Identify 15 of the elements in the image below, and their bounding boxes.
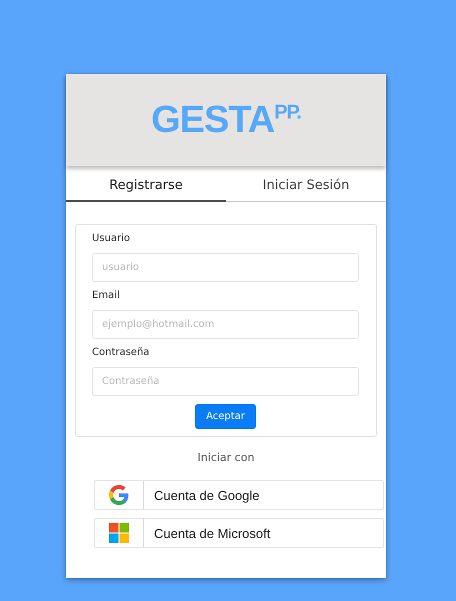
field-label: Email: [92, 290, 121, 301]
tab[interactable]: Iniciar Sesión: [226, 172, 386, 202]
four-squares-icon: [109, 523, 129, 543]
logo: GESTA$^{PP.}$: [151, 98, 301, 142]
provider-button[interactable]: Cuenta de Google: [94, 480, 384, 510]
tab[interactable]: Registrarse: [66, 172, 226, 202]
login-with-label: Iniciar con: [198, 451, 254, 464]
provider-button[interactable]: Cuenta de Microsoft: [94, 518, 384, 548]
input-field[interactable]: ejemplo@hotmail.com: [92, 310, 359, 339]
g-letter-icon: [109, 485, 129, 505]
field-label: Usuario: [92, 233, 132, 244]
input-field[interactable]: usuario: [92, 253, 359, 282]
input-field[interactable]: Contraseña: [92, 367, 359, 396]
field-label: Contraseña: [92, 347, 150, 358]
accept-button[interactable]: Aceptar: [195, 404, 256, 429]
